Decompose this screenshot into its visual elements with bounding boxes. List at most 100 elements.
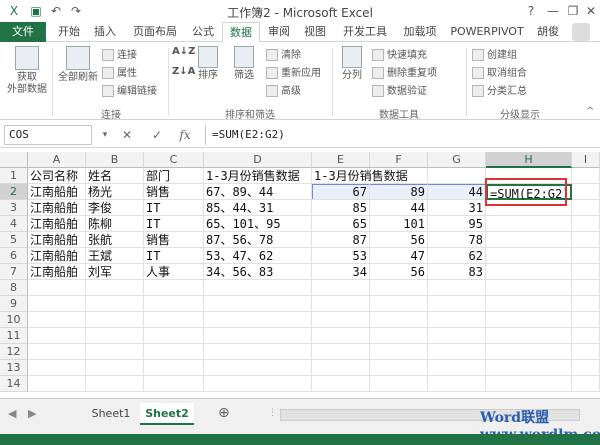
empty-cell[interactable]: [204, 360, 312, 376]
empty-cell[interactable]: [572, 168, 600, 184]
sheet-tab-sheet1[interactable]: Sheet1: [84, 403, 138, 425]
cell-d6[interactable]: 53、47、62: [204, 248, 312, 264]
cell-a7[interactable]: 江南船舶: [28, 264, 86, 280]
empty-cell[interactable]: [486, 248, 572, 264]
empty-cell[interactable]: [204, 328, 312, 344]
cell-b7[interactable]: 刘军: [86, 264, 144, 280]
cell-g2[interactable]: 44: [428, 184, 486, 200]
empty-cell[interactable]: [572, 328, 600, 344]
data-validation-button[interactable]: 数据验证: [372, 82, 427, 97]
empty-cell[interactable]: [572, 296, 600, 312]
empty-cell[interactable]: [370, 312, 428, 328]
empty-cell[interactable]: [572, 360, 600, 376]
text-to-columns-button[interactable]: 分列: [336, 46, 368, 82]
empty-cell[interactable]: [486, 296, 572, 312]
remove-duplicates-button[interactable]: 删除重复项: [372, 64, 437, 79]
tab-insert[interactable]: 插入: [88, 22, 122, 42]
row-header-9[interactable]: 9: [0, 296, 28, 312]
empty-cell[interactable]: [312, 344, 370, 360]
cell-e5[interactable]: 87: [312, 232, 370, 248]
properties-button[interactable]: 属性: [102, 64, 137, 79]
flash-fill-button[interactable]: 快速填充: [372, 46, 427, 61]
prev-sheet-icon[interactable]: ◀: [8, 407, 16, 420]
row-header-5[interactable]: 5: [0, 232, 28, 248]
empty-cell[interactable]: [428, 296, 486, 312]
cell-f3[interactable]: 44: [370, 200, 428, 216]
empty-cell[interactable]: [28, 376, 86, 392]
cell-c2[interactable]: 销售: [144, 184, 204, 200]
empty-cell[interactable]: [428, 344, 486, 360]
cell-b1[interactable]: 姓名: [86, 168, 144, 184]
empty-cell[interactable]: [28, 344, 86, 360]
cell-e6[interactable]: 53: [312, 248, 370, 264]
cell-c5[interactable]: 销售: [144, 232, 204, 248]
empty-cell[interactable]: [486, 232, 572, 248]
column-header-i[interactable]: I: [572, 152, 600, 168]
empty-cell[interactable]: [572, 280, 600, 296]
empty-cell[interactable]: [370, 168, 428, 184]
enter-icon[interactable]: ✓: [146, 125, 168, 145]
cell-f2[interactable]: 89: [370, 184, 428, 200]
cell-e4[interactable]: 65: [312, 216, 370, 232]
worksheet-grid[interactable]: ABCDEFGHI 1 2 3 4 5 6 7 8 9 10 11 12 13 14 公司名称 姓名 部门 1-…: [0, 152, 600, 397]
cell-e1[interactable]: 1-3月份销售数据: [312, 168, 408, 184]
cell-b4[interactable]: 陈柳: [86, 216, 144, 232]
cell-c3[interactable]: IT: [144, 200, 204, 216]
next-sheet-icon[interactable]: ▶: [28, 407, 36, 420]
advanced-button[interactable]: 高级: [266, 82, 301, 97]
empty-cell[interactable]: [370, 328, 428, 344]
cell-c7[interactable]: 人事: [144, 264, 204, 280]
empty-cell[interactable]: [428, 376, 486, 392]
row-header-3[interactable]: 3: [0, 200, 28, 216]
column-header-b[interactable]: B: [86, 152, 144, 168]
cell-d5[interactable]: 87、56、78: [204, 232, 312, 248]
empty-cell[interactable]: [28, 280, 86, 296]
sort-button[interactable]: 排序: [194, 46, 222, 82]
cell-b5[interactable]: 张航: [86, 232, 144, 248]
tab-developer[interactable]: 开发工具: [336, 22, 394, 42]
cell-e2[interactable]: 67: [312, 184, 370, 200]
empty-cell[interactable]: [86, 296, 144, 312]
empty-cell[interactable]: [486, 344, 572, 360]
sort-za-button[interactable]: Z↓A: [172, 66, 195, 77]
cell-g3[interactable]: 31: [428, 200, 486, 216]
column-header-e[interactable]: E: [312, 152, 370, 168]
empty-cell[interactable]: [312, 312, 370, 328]
select-all-corner[interactable]: [0, 152, 28, 168]
row-header-8[interactable]: 8: [0, 280, 28, 296]
tab-home[interactable]: 开始: [52, 22, 86, 42]
cell-g6[interactable]: 62: [428, 248, 486, 264]
empty-cell[interactable]: [312, 376, 370, 392]
row-header-4[interactable]: 4: [0, 216, 28, 232]
column-header-d[interactable]: D: [204, 152, 312, 168]
cell-f7[interactable]: 56: [370, 264, 428, 280]
filter-button[interactable]: 筛选: [228, 46, 260, 82]
tab-view[interactable]: 视图: [298, 22, 332, 42]
empty-cell[interactable]: [144, 296, 204, 312]
empty-cell[interactable]: [572, 200, 600, 216]
empty-cell[interactable]: [428, 360, 486, 376]
empty-cell[interactable]: [312, 360, 370, 376]
tab-formulas[interactable]: 公式: [186, 22, 220, 42]
tab-review[interactable]: 审阅: [262, 22, 296, 42]
cell-b6[interactable]: 王斌: [86, 248, 144, 264]
cell-c4[interactable]: IT: [144, 216, 204, 232]
formula-input[interactable]: =SUM(E2:G2): [205, 125, 600, 145]
empty-cell[interactable]: [370, 376, 428, 392]
empty-cell[interactable]: [572, 248, 600, 264]
empty-cell[interactable]: [572, 344, 600, 360]
cell-a3[interactable]: 江南船舶: [28, 200, 86, 216]
empty-cell[interactable]: [370, 344, 428, 360]
cell-d2[interactable]: 67、89、44: [204, 184, 312, 200]
column-header-g[interactable]: G: [428, 152, 486, 168]
empty-cell[interactable]: [204, 296, 312, 312]
empty-cell[interactable]: [86, 312, 144, 328]
connections-button[interactable]: 连接: [102, 46, 137, 61]
cell-e3[interactable]: 85: [312, 200, 370, 216]
clear-button[interactable]: 清除: [266, 46, 301, 61]
empty-cell[interactable]: [428, 312, 486, 328]
empty-cell[interactable]: [572, 264, 600, 280]
empty-cell[interactable]: [86, 280, 144, 296]
column-header-h[interactable]: H: [486, 152, 572, 168]
reapply-button[interactable]: 重新应用: [266, 64, 321, 79]
